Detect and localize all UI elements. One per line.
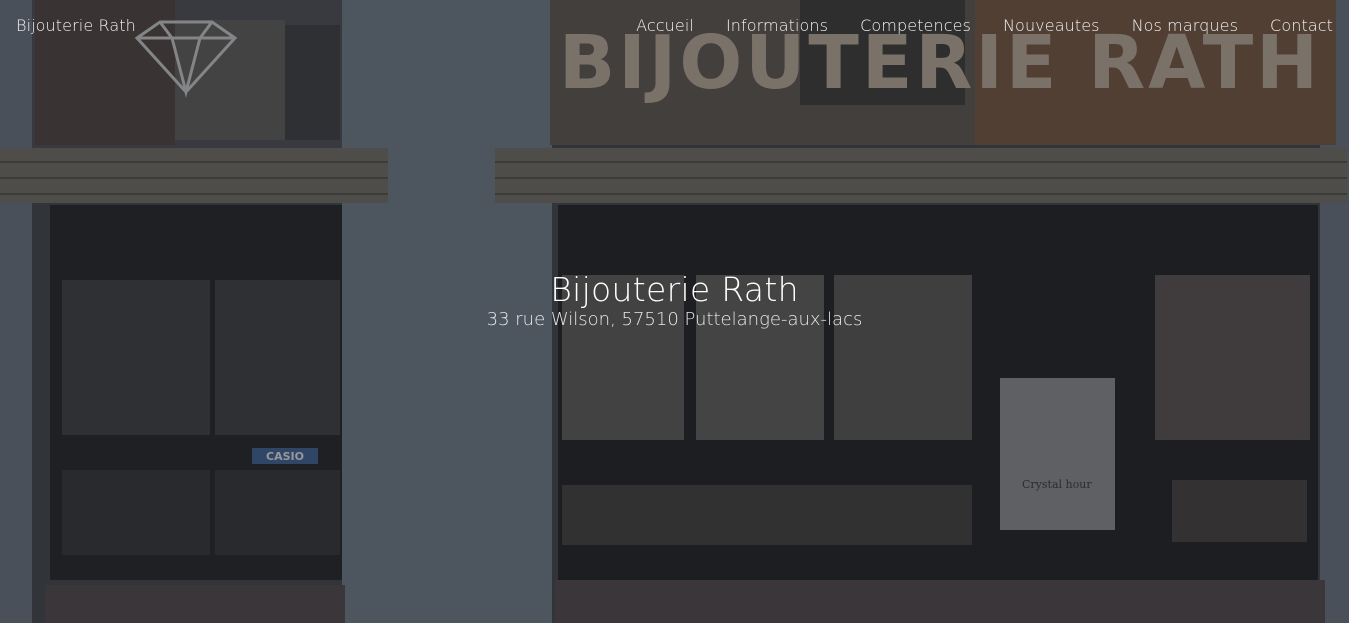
nav-link-nos-marques[interactable]: Nos marques [1132,16,1238,35]
nav-link-informations[interactable]: Informations [726,16,828,35]
nav-link-nouveautes[interactable]: Nouveautes [1003,16,1100,35]
brand-link[interactable]: Bijouterie Rath [16,16,136,35]
main-nav: Accueil Informations Competences Nouveau… [636,16,1333,35]
hero-address: 33 rue Wilson, 57510 Puttelange-aux-lacs [486,309,863,330]
nav-link-contact[interactable]: Contact [1270,16,1333,35]
hero-title: Bijouterie Rath [550,270,799,309]
nav-link-accueil[interactable]: Accueil [636,16,694,35]
top-navbar: Bijouterie Rath Accueil Informations Com… [0,0,1349,56]
nav-link-competences[interactable]: Competences [860,16,971,35]
hero-section: BIJOUTERIE RATH CASIO Crystal hour Bijou… [0,0,1349,623]
